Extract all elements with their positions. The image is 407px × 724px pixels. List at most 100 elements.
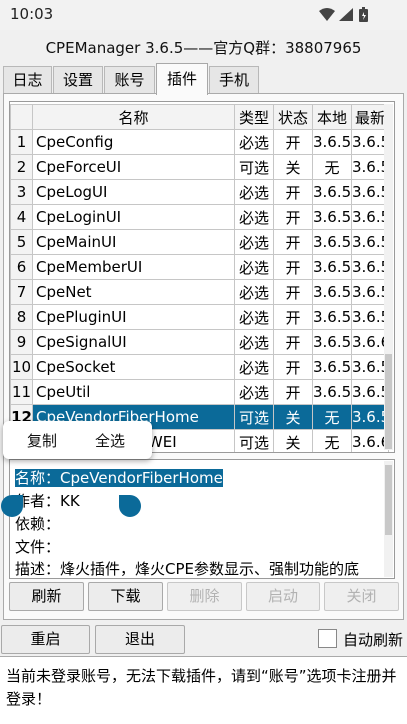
table-scrollbar-thumb[interactable] (385, 354, 392, 449)
table-row[interactable]: 1 CpeConfig 必选开 3.6.5 3.6.5 (10, 129, 389, 155)
download-button[interactable]: 下载 (88, 582, 163, 611)
row-index: 7 (10, 279, 33, 305)
table-row[interactable]: 4 CpeLoginUI 必选开 3.6.5 3.6.5 (10, 204, 389, 230)
plugin-state-cell: 开 (273, 279, 313, 305)
exit-button[interactable]: 退出 (95, 625, 185, 654)
plugin-type-cell: 必选 (234, 229, 274, 255)
plugin-name-cell: CpeForceUI (32, 154, 235, 180)
plugin-state-cell: 开 (273, 229, 313, 255)
plugin-latest-version-cell: 3.6.5 (351, 354, 389, 380)
plugin-type-cell: 可选 (234, 154, 274, 180)
table-row[interactable]: 11 CpeUtil 必选开 3.6.5 3.6.5 (10, 379, 389, 405)
auto-refresh-label[interactable]: 自动刷新 (343, 629, 403, 650)
plugin-local-version-cell: 无 (312, 429, 352, 452)
plugin-name-cell: CpeConfig (32, 129, 235, 155)
row-index: 4 (10, 204, 33, 230)
plugin-type-cell: 必选 (234, 129, 274, 155)
row-index: 9 (10, 329, 33, 355)
selection-start-handle[interactable] (1, 495, 23, 517)
plugin-local-version-cell: 3.6.5 (312, 204, 352, 230)
plugin-local-version-cell: 无 (312, 154, 352, 180)
copy-menu-item[interactable]: 复制 (27, 430, 57, 451)
info-scrollbar-thumb[interactable] (385, 465, 392, 535)
table-row[interactable]: 9 CpeSignalUI 必选开 3.6.5 3.6.6 (10, 329, 389, 355)
row-index: 11 (10, 379, 33, 405)
tab-settings[interactable]: 设置 (53, 66, 103, 94)
tab-plugins[interactable]: 插件 (156, 63, 208, 95)
header-name[interactable]: 名称 (32, 104, 235, 130)
battery-icon (359, 7, 368, 22)
table-row[interactable]: 2 CpeForceUI 可选关无 3.6.5 (10, 154, 389, 180)
info-deps-label: 依赖： (15, 515, 61, 533)
plugin-latest-version-cell: 3.6.5 (351, 254, 389, 280)
refresh-button[interactable]: 刷新 (9, 582, 84, 611)
delete-button[interactable]: 删除 (167, 582, 242, 611)
plugin-local-version-cell: 3.6.5 (312, 354, 352, 380)
info-author-value: KK (60, 492, 80, 510)
select-all-menu-item[interactable]: 全选 (95, 430, 125, 451)
row-index: 5 (10, 229, 33, 255)
info-name-line: 名称：CpeVendorFiberHome (15, 467, 223, 488)
header-state[interactable]: 状态 (273, 104, 313, 130)
plugin-local-version-cell: 3.6.5 (312, 279, 352, 305)
plugin-state-cell: 关 (273, 429, 313, 452)
plugin-latest-version-cell: 3.6.5 (351, 154, 389, 180)
plugin-latest-version-cell: 3.6.6 (351, 329, 389, 355)
table-row[interactable]: 5 CpeMainUI 必选开 3.6.5 3.6.5 (10, 229, 389, 255)
auto-refresh-checkbox[interactable] (318, 629, 337, 648)
plugin-latest-version-cell: 3.6.5 (351, 179, 389, 205)
disable-button[interactable]: 关闭 (324, 582, 399, 611)
plugin-local-version-cell: 3.6.5 (312, 179, 352, 205)
plugin-name-cell: CpePluginUI (32, 304, 235, 330)
table-scrollbar[interactable] (384, 104, 393, 450)
info-name-value: CpeVendorFiberHome (60, 469, 223, 487)
tab-account[interactable]: 账号 (104, 66, 155, 94)
plugin-latest-version-cell: 3.6.5 (351, 279, 389, 305)
info-desc-label: 描述： (15, 560, 61, 578)
plugin-local-version-cell: 无 (312, 404, 352, 430)
plugin-table: 名称 类型 状态 本地 最新 1 CpeConfig 必选开 3.6.5 3.6.5 2 C… (9, 101, 395, 453)
plugin-type-cell: 必选 (234, 254, 274, 280)
table-row[interactable]: 7 CpeNet 必选开 3.6.5 3.6.5 (10, 279, 389, 305)
plugin-type-cell: 必选 (234, 354, 274, 380)
info-desc-value: 烽火插件，烽火CPE参数显示、强制功能的底 (60, 560, 360, 578)
window-title: CPEManager 3.6.5——官方Q群：38807965 (45, 39, 362, 57)
row-index: 6 (10, 254, 33, 280)
plugin-name-cell: CpeNet (32, 279, 235, 305)
restart-button[interactable]: 重启 (1, 625, 90, 654)
plugin-state-cell: 开 (273, 204, 313, 230)
plugin-local-version-cell: 3.6.5 (312, 329, 352, 355)
tab-log[interactable]: 日志 (3, 66, 52, 94)
table-row[interactable]: 8 CpePluginUI 必选开 3.6.5 3.6.5 (10, 304, 389, 330)
plugin-state-cell: 开 (273, 354, 313, 380)
table-row[interactable]: 6 CpeMemberUI 必选开 3.6.5 3.6.5 (10, 254, 389, 280)
signal-icon (339, 8, 353, 21)
plugin-local-version-cell: 3.6.5 (312, 254, 352, 280)
header-latest[interactable]: 最新 (351, 104, 389, 130)
plugin-name-cell: CpeSocket (32, 354, 235, 380)
header-local[interactable]: 本地 (312, 104, 352, 130)
enable-button[interactable]: 启动 (246, 582, 320, 611)
row-index: 3 (10, 179, 33, 205)
table-row[interactable]: 3 CpeLogUI 必选开 3.6.5 3.6.5 (10, 179, 389, 205)
plugin-info-box[interactable]: 名称：CpeVendorFiberHome 作者：KK 依赖： 文件： 描述：烽… (9, 459, 395, 579)
plugin-name-cell: CpeLoginUI (32, 204, 235, 230)
selection-end-handle[interactable] (119, 495, 141, 517)
plugin-state-cell: 关 (273, 154, 313, 180)
plugin-type-cell: 可选 (234, 404, 274, 430)
header-type[interactable]: 类型 (234, 104, 274, 130)
tab-phone[interactable]: 手机 (209, 66, 259, 94)
plugin-latest-version-cell: 3.6.5 (351, 404, 389, 430)
plugin-type-cell: 可选 (234, 429, 274, 452)
plugin-type-cell: 必选 (234, 204, 274, 230)
table-row[interactable]: 10 CpeSocket 必选开 3.6.5 3.6.5 (10, 354, 389, 380)
table-header-row: 名称 类型 状态 本地 最新 (10, 104, 389, 130)
plugin-state-cell: 开 (273, 254, 313, 280)
status-message: 当前未登录账号，无法下载插件，请到“账号”选项卡注册并登录！ (0, 656, 407, 724)
plugin-local-version-cell: 3.6.5 (312, 129, 352, 155)
plugin-state-cell: 关 (273, 404, 313, 430)
system-status-bar: 10:03 (0, 0, 407, 30)
info-scrollbar[interactable] (384, 461, 393, 577)
plugin-type-cell: 必选 (234, 379, 274, 405)
plugin-state-cell: 开 (273, 329, 313, 355)
